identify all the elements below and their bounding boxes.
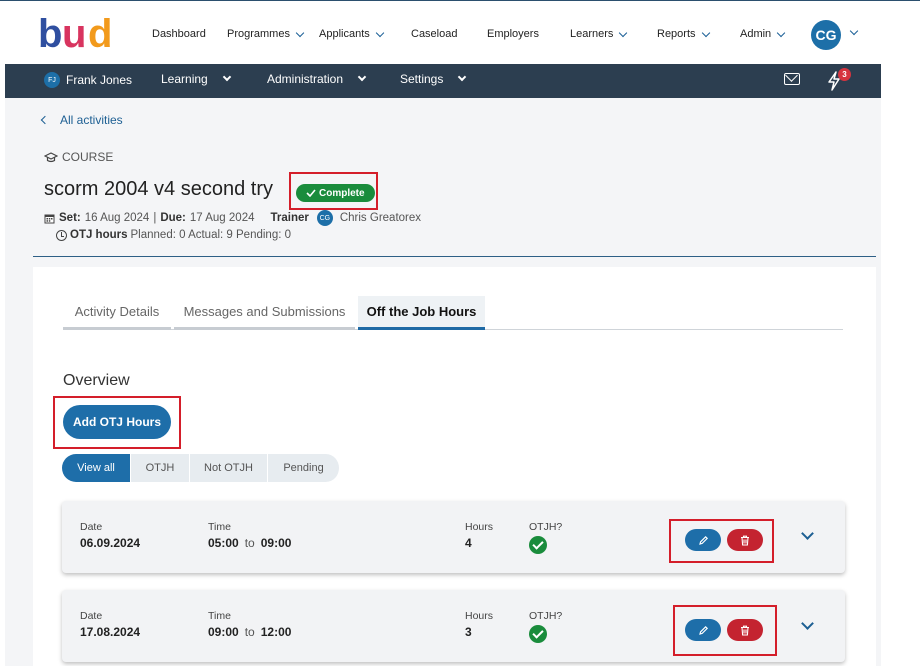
- activity-type-label: COURSE: [44, 150, 113, 164]
- notification-badge: 3: [838, 68, 851, 81]
- filter-pending[interactable]: Pending: [268, 454, 340, 482]
- highlight-box-row2-actions: [673, 605, 777, 656]
- back-to-activities-link[interactable]: All activities: [40, 113, 123, 127]
- filter-otjh[interactable]: OTJH: [131, 454, 190, 482]
- entry-hours: 3: [465, 625, 472, 639]
- header-divider: [33, 256, 876, 257]
- tab-off-the-job-hours[interactable]: Off the Job Hours: [358, 296, 485, 330]
- nav-admin[interactable]: Admin: [740, 28, 786, 40]
- chevron-down-icon: [357, 72, 367, 82]
- tab-activity-details[interactable]: Activity Details: [63, 296, 171, 330]
- expand-row-chevron-icon[interactable]: [801, 617, 814, 630]
- entry-date: 06.09.2024: [80, 536, 141, 550]
- tab-messages-submissions[interactable]: Messages and Submissions: [174, 296, 355, 330]
- otjh-yes-check-icon: [529, 625, 547, 643]
- activity-tabs: Activity Details Messages and Submission…: [63, 296, 843, 330]
- bud-logo[interactable]: b u d: [38, 13, 118, 53]
- nav-learners[interactable]: Learners: [570, 28, 628, 40]
- otj-hours-summary: OTJ hours Planned: 0 Actual: 9 Pending: …: [56, 229, 291, 241]
- chevron-down-icon: [458, 72, 467, 82]
- entry-hours: 4: [465, 536, 472, 550]
- chevron-down-icon: [776, 28, 786, 37]
- subnav-learning[interactable]: Learning: [161, 72, 231, 86]
- highlight-box-add-button: [53, 396, 181, 449]
- calendar-icon: [44, 214, 55, 223]
- nav-caseload[interactable]: Caseload: [411, 28, 457, 40]
- entry-date: 17.08.2024: [80, 625, 141, 639]
- chevron-down-icon: [222, 72, 231, 82]
- highlight-box-status: [289, 172, 378, 210]
- learner-avatar: FJ: [44, 72, 60, 88]
- clock-icon: [56, 229, 67, 241]
- mail-icon[interactable]: [784, 73, 800, 85]
- activity-title: scorm 2004 v4 second try: [44, 178, 273, 200]
- trainer-avatar: CG: [316, 210, 333, 226]
- entry-time: 05:00 to 09:00: [208, 536, 292, 550]
- logo-d: d: [88, 13, 112, 53]
- entry-time: 09:00 to 12:00: [208, 625, 292, 639]
- subnav-settings[interactable]: Settings: [400, 72, 467, 86]
- nav-reports[interactable]: Reports: [657, 28, 710, 40]
- graduation-cap-icon: [44, 151, 58, 162]
- user-menu-chevron-icon[interactable]: [849, 26, 859, 36]
- filter-view-all[interactable]: View all: [62, 454, 131, 482]
- subnav-administration[interactable]: Administration: [267, 72, 367, 86]
- nav-employers[interactable]: Employers: [487, 28, 539, 40]
- chevron-left-icon: [40, 115, 50, 125]
- logo-b: b: [38, 13, 62, 53]
- overview-heading: Overview: [63, 372, 130, 389]
- user-avatar[interactable]: CG: [811, 20, 841, 50]
- activity-dates: Set: 16 Aug 2024 | Due: 17 Aug 2024 Trai…: [44, 210, 421, 226]
- nav-dashboard[interactable]: Dashboard: [152, 28, 206, 40]
- chevron-down-icon: [375, 28, 385, 37]
- otjh-yes-check-icon: [529, 536, 547, 554]
- chevron-down-icon: [295, 28, 305, 37]
- nav-programmes[interactable]: Programmes: [227, 28, 305, 40]
- learner-subnav: FJ Frank Jones Learning Administration S…: [5, 64, 881, 98]
- expand-row-chevron-icon[interactable]: [801, 527, 814, 540]
- otj-filter-group: View all OTJH Not OTJH Pending: [62, 454, 340, 482]
- logo-u: u: [62, 13, 86, 53]
- chevron-down-icon: [619, 28, 628, 37]
- nav-applicants[interactable]: Applicants: [319, 28, 385, 40]
- top-navigation: b u d Dashboard Programmes Applicants Ca…: [0, 0, 920, 64]
- filter-not-otjh[interactable]: Not OTJH: [190, 454, 268, 482]
- highlight-box-row1-actions: [669, 519, 774, 563]
- learner-name-link[interactable]: FJ Frank Jones: [44, 72, 132, 88]
- chevron-down-icon: [701, 28, 710, 37]
